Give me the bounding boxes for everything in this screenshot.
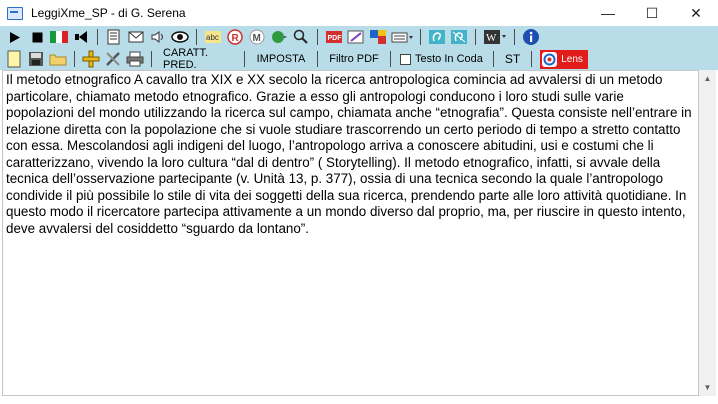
lens-icon [542, 51, 558, 67]
title-bar: LeggiXme_SP - di G. Serena — ☐ ✕ [0, 0, 718, 26]
open-folder-icon[interactable] [48, 49, 68, 69]
separator [531, 51, 533, 67]
email-icon[interactable] [126, 27, 146, 47]
play-icon[interactable] [5, 27, 25, 47]
separator [151, 51, 152, 67]
testo-in-coda-label: Testo In Coda [415, 53, 483, 65]
separator [475, 29, 476, 45]
secondary-toolbar: CARATT. PRED. IMPOSTA Filtro PDF Testo I… [0, 47, 718, 71]
scroll-up-icon[interactable]: ▲ [699, 70, 716, 87]
stop-icon[interactable] [27, 27, 47, 47]
scroll-down-icon[interactable]: ▼ [699, 379, 716, 396]
app-icon [7, 6, 23, 20]
svg-text:M: M [253, 33, 261, 44]
text-editor[interactable]: Il metodo etnografico A cavallo tra XIX … [2, 70, 699, 396]
separator [420, 29, 421, 45]
eye-icon[interactable] [170, 27, 190, 47]
tools-icon[interactable] [103, 49, 123, 69]
st-button[interactable]: ST [499, 49, 526, 69]
separator [514, 29, 515, 45]
print-icon[interactable] [125, 49, 145, 69]
minimize-button[interactable]: — [586, 0, 630, 26]
book-icon[interactable] [104, 27, 124, 47]
separator [74, 51, 75, 67]
separator [244, 51, 245, 67]
lens-label: Lens [561, 53, 583, 65]
save-icon[interactable] [26, 49, 46, 69]
svg-text:PDF: PDF [328, 35, 343, 42]
italian-flag-icon[interactable] [49, 27, 69, 47]
edit-icon[interactable] [346, 27, 366, 47]
close-button[interactable]: ✕ [674, 0, 718, 26]
keyboard-icon[interactable] [390, 27, 414, 47]
lens-button[interactable]: Lens [540, 49, 588, 69]
spellcheck-icon[interactable]: abc [203, 27, 223, 47]
cross-tool-icon[interactable] [81, 49, 101, 69]
translate-icon[interactable] [368, 27, 388, 47]
separator [492, 51, 494, 67]
speaker-back-icon[interactable] [71, 27, 91, 47]
window-controls: — ☐ ✕ [586, 0, 718, 26]
window-title: LeggiXme_SP - di G. Serena [31, 6, 186, 20]
new-document-icon[interactable] [4, 49, 24, 69]
separator [196, 29, 197, 45]
filtro-pdf-button[interactable]: Filtro PDF [323, 49, 385, 69]
green-arrow-icon[interactable] [269, 27, 289, 47]
pdf-icon[interactable]: PDF [324, 27, 344, 47]
search-icon[interactable] [291, 27, 311, 47]
svg-text:abc: abc [206, 33, 219, 42]
listen-ear-2-icon[interactable] [449, 27, 469, 47]
wikipedia-icon[interactable]: W [482, 27, 508, 47]
separator [390, 51, 391, 67]
recognize-r-icon[interactable]: R [225, 27, 245, 47]
testo-in-coda-checkbox[interactable] [400, 53, 411, 65]
svg-text:R: R [232, 33, 240, 44]
separator [317, 29, 318, 45]
main-toolbar: abc R M PDF W [0, 26, 718, 48]
document-text[interactable]: Il metodo etnografico A cavallo tra XIX … [6, 72, 692, 237]
separator [97, 29, 98, 45]
caratt-pred-button[interactable]: CARATT. PRED. [157, 47, 239, 71]
volume-icon[interactable] [148, 27, 168, 47]
listen-ear-icon[interactable] [427, 27, 447, 47]
maximize-button[interactable]: ☐ [630, 0, 674, 26]
separator [317, 51, 318, 67]
info-icon[interactable] [521, 27, 541, 47]
recognize-m-icon[interactable]: M [247, 27, 267, 47]
svg-text:W: W [486, 32, 497, 44]
imposta-button[interactable]: IMPOSTA [250, 49, 312, 69]
vertical-scrollbar[interactable]: ▲ ▼ [699, 70, 716, 396]
